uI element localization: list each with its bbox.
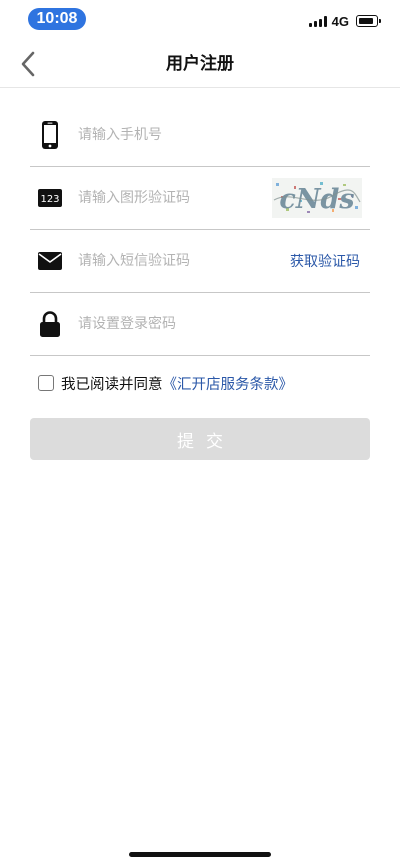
get-code-button[interactable]: 获取验证码 bbox=[290, 251, 360, 271]
sms-code-row: 获取验证码 bbox=[30, 230, 370, 293]
back-button[interactable] bbox=[12, 48, 44, 80]
status-bar: 10:08 4G bbox=[0, 0, 400, 40]
agree-checkbox[interactable] bbox=[38, 375, 54, 391]
envelope-icon bbox=[38, 245, 62, 277]
password-row bbox=[30, 293, 370, 356]
smartphone-icon bbox=[38, 119, 62, 151]
status-indicators: 4G bbox=[308, 12, 381, 30]
password-input[interactable] bbox=[78, 310, 268, 338]
network-type: 4G bbox=[331, 13, 349, 29]
agreement-text: 我已阅读并同意 bbox=[61, 376, 163, 393]
number-code-label: 123 bbox=[40, 194, 59, 205]
battery-icon bbox=[356, 15, 381, 27]
lock-icon bbox=[38, 308, 62, 340]
sms-code-input[interactable] bbox=[78, 247, 268, 275]
terms-link[interactable]: 《汇开店服务条款》 bbox=[163, 373, 294, 394]
status-time: 10:08 bbox=[28, 8, 86, 30]
chevron-left-icon bbox=[21, 51, 35, 77]
image-code-row: 123 cNds bbox=[30, 167, 370, 230]
agreement: 我已阅读并同意 《汇开店服务条款》 bbox=[38, 372, 293, 394]
register-screen: 10:08 4G 用户注册 请输入手机号 123 请输入图形验证码 cNds 请… bbox=[0, 0, 400, 866]
phone-input[interactable] bbox=[78, 121, 268, 149]
number-code-icon: 123 bbox=[38, 182, 62, 214]
phone-row bbox=[30, 104, 370, 167]
submit-button[interactable]: 提交 bbox=[30, 418, 370, 460]
signal-icon bbox=[308, 15, 327, 27]
nav-bar: 用户注册 bbox=[0, 40, 400, 88]
captcha-text: cNds bbox=[279, 184, 354, 215]
image-code-input[interactable] bbox=[78, 184, 268, 212]
home-indicator[interactable] bbox=[129, 852, 271, 857]
page-title: 用户注册 bbox=[166, 54, 234, 74]
captcha-image[interactable]: cNds bbox=[272, 178, 362, 218]
